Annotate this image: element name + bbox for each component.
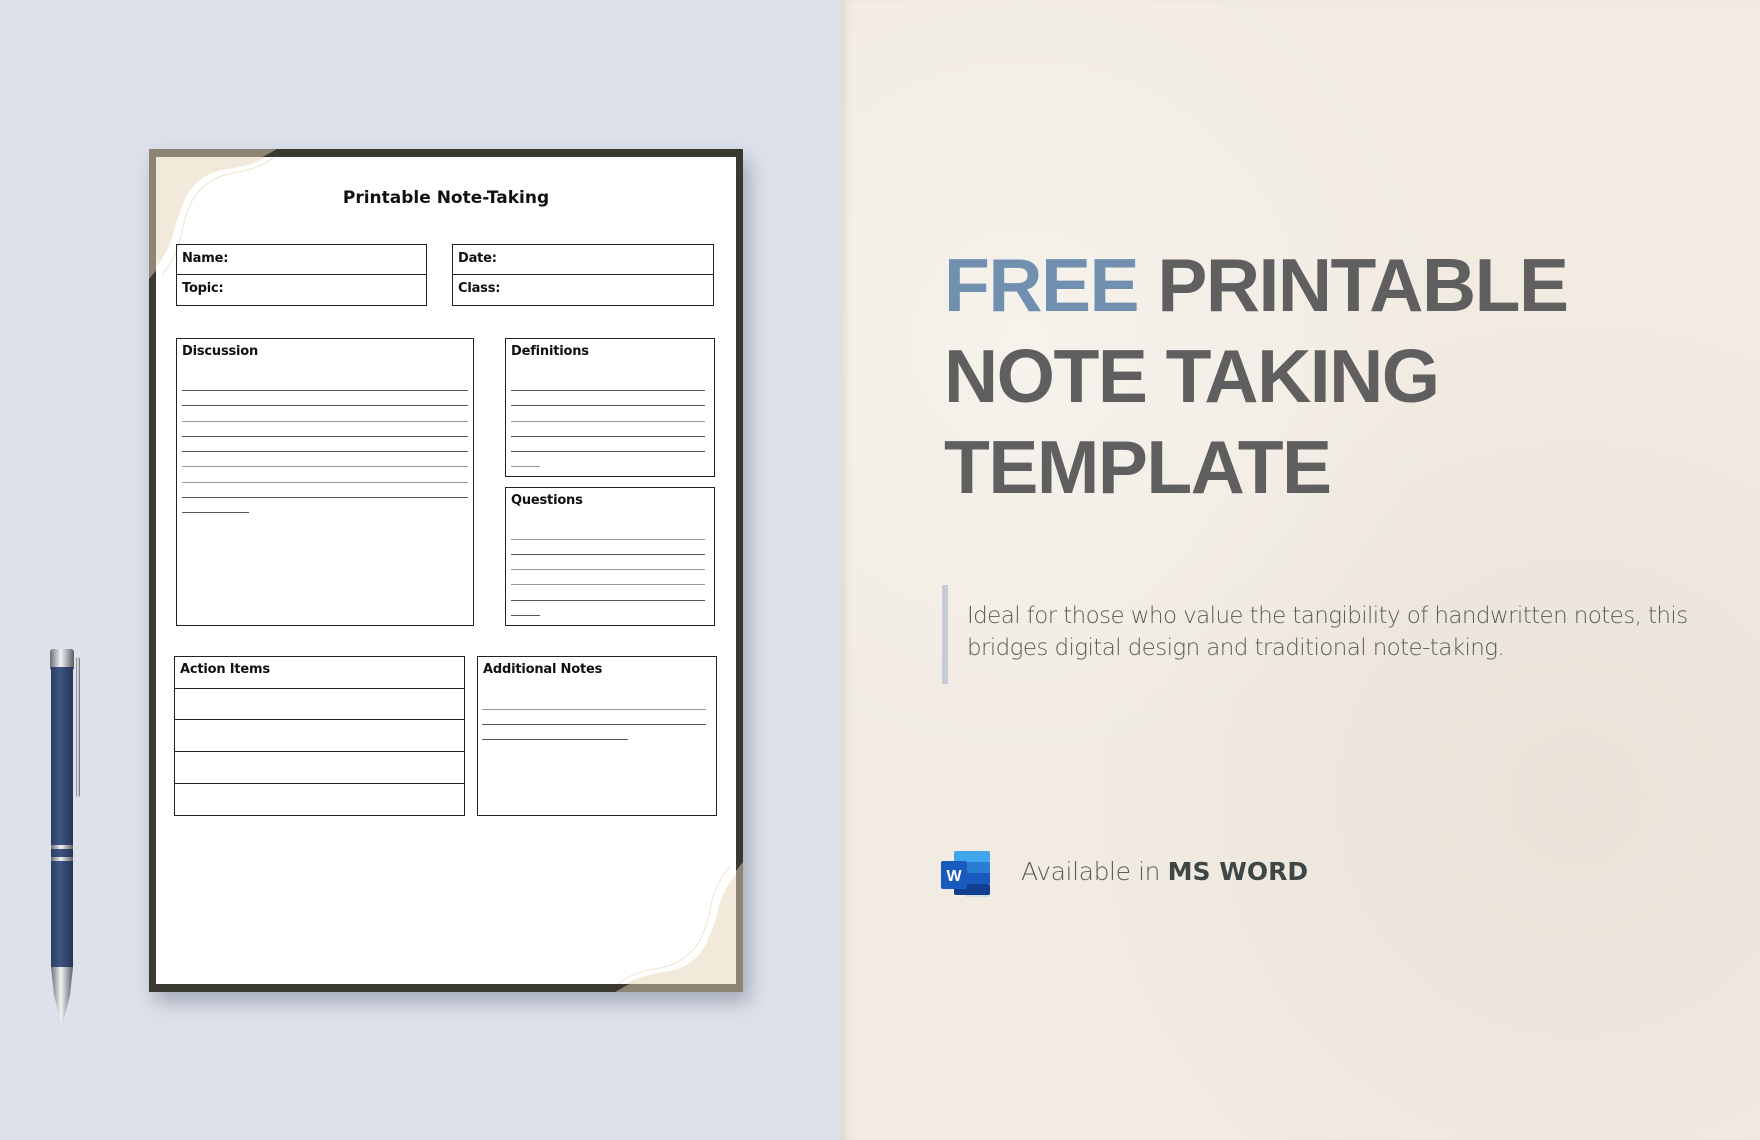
action-item-row bbox=[174, 719, 465, 752]
action-item-row bbox=[174, 783, 465, 816]
document-page: Printable Note-Taking Name: Topic: Date:… bbox=[156, 157, 736, 984]
writing-line bbox=[182, 497, 468, 499]
headline: FREE PRINTABLE NOTE TAKING TEMPLATE bbox=[944, 240, 1569, 513]
headline-accent: FREE bbox=[944, 243, 1140, 327]
questions-section: Questions bbox=[505, 487, 715, 626]
definitions-label: Definitions bbox=[511, 344, 589, 359]
writing-line bbox=[182, 466, 468, 468]
writing-line bbox=[511, 569, 705, 571]
action-item-row bbox=[174, 688, 465, 720]
writing-line bbox=[511, 390, 705, 392]
topic-field: Topic: bbox=[176, 274, 427, 306]
writing-line bbox=[182, 451, 468, 453]
writing-line bbox=[482, 709, 706, 711]
availability-app: MS WORD bbox=[1167, 857, 1309, 886]
class-field: Class: bbox=[452, 274, 714, 306]
document-title: Printable Note-Taking bbox=[342, 188, 550, 208]
document-preview: Printable Note-Taking Name: Topic: Date:… bbox=[149, 149, 743, 992]
writing-line bbox=[182, 405, 468, 407]
writing-line bbox=[182, 482, 468, 484]
class-label: Class: bbox=[458, 281, 501, 296]
headline-line-2: NOTE TAKING bbox=[944, 334, 1440, 418]
writing-line bbox=[482, 724, 706, 726]
date-field: Date: bbox=[452, 244, 714, 275]
writing-line bbox=[511, 539, 705, 541]
writing-line bbox=[182, 390, 468, 392]
writing-line bbox=[511, 615, 540, 617]
quote-bar bbox=[942, 585, 948, 684]
writing-line bbox=[511, 421, 705, 423]
writing-line bbox=[182, 421, 468, 423]
discussion-label: Discussion bbox=[182, 344, 259, 359]
writing-line bbox=[511, 451, 705, 453]
date-label: Date: bbox=[458, 251, 497, 266]
writing-line bbox=[511, 466, 540, 468]
headline-line-3: TEMPLATE bbox=[944, 425, 1332, 509]
action-items-label: Action Items bbox=[180, 662, 270, 677]
availability-prefix: Available in bbox=[1021, 857, 1161, 886]
writing-line bbox=[511, 600, 705, 602]
availability-text: Available in MS WORD bbox=[1021, 857, 1308, 886]
additional-notes-section: Additional Notes bbox=[477, 656, 717, 816]
right-panel bbox=[841, 0, 1760, 1140]
writing-line bbox=[511, 405, 705, 407]
headline-line-1: FREE PRINTABLE bbox=[944, 240, 1569, 331]
action-items-header: Action Items bbox=[174, 656, 465, 689]
description: Ideal for those who value the tangibilit… bbox=[967, 603, 1688, 661]
writing-line bbox=[482, 739, 628, 741]
writing-line bbox=[511, 436, 705, 438]
pen-icon bbox=[50, 649, 80, 1027]
writing-line bbox=[511, 554, 705, 556]
name-field: Name: bbox=[176, 244, 427, 275]
action-item-row bbox=[174, 751, 465, 784]
definitions-section: Definitions bbox=[505, 338, 715, 477]
svg-text:W: W bbox=[946, 868, 962, 885]
headline-line-1-rest: PRINTABLE bbox=[1157, 243, 1569, 327]
writing-line bbox=[511, 584, 705, 586]
writing-line bbox=[182, 512, 249, 514]
writing-line bbox=[182, 436, 468, 438]
additional-notes-label: Additional Notes bbox=[483, 662, 603, 677]
topic-label: Topic: bbox=[182, 281, 224, 296]
microsoft-word-icon: W bbox=[941, 851, 990, 897]
discussion-section: Discussion bbox=[176, 338, 474, 626]
name-label: Name: bbox=[182, 251, 229, 266]
questions-label: Questions bbox=[511, 493, 583, 508]
